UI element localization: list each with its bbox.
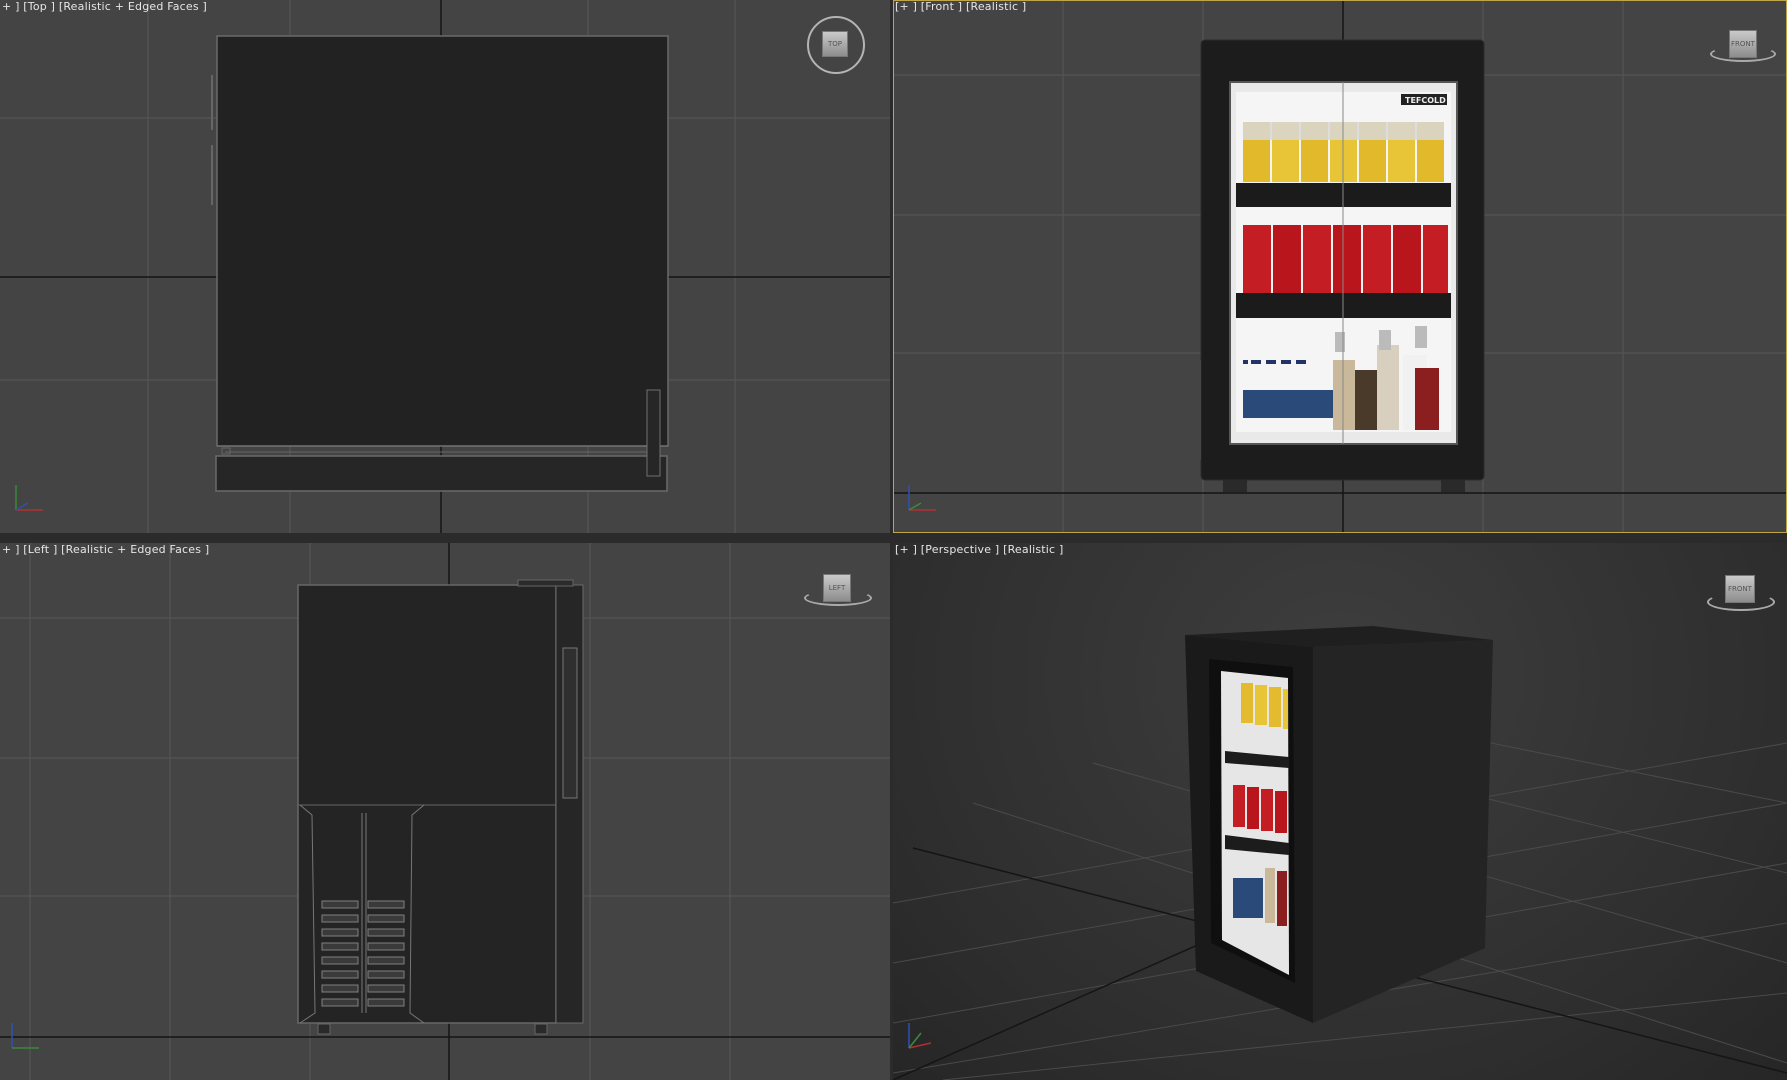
front-viewcube[interactable]: FRONT [1708, 28, 1778, 68]
perspective-fridge-model [1185, 626, 1493, 1023]
top-fridge-model [211, 35, 669, 492]
perspective-viewcube[interactable]: FRONT [1703, 573, 1779, 617]
viewport-label-perspective[interactable]: [+ ] [Perspective ] [Realistic ] [895, 543, 1063, 556]
top-viewcube[interactable]: TOP [807, 16, 867, 76]
viewport-label-top[interactable]: + ] [Top ] [Realistic + Edged Faces ] [2, 0, 207, 13]
axis-tripod-icon [15, 485, 43, 511]
perspective-schweppes-cans [1241, 683, 1288, 729]
viewport-top[interactable]: + ] [Top ] [Realistic + Edged Faces ] TO… [0, 0, 890, 533]
coca-cola-cans [1243, 225, 1448, 293]
axis-tripod-icon [908, 485, 936, 511]
left-fridge-model [297, 579, 584, 1035]
viewcube-face[interactable]: FRONT [1729, 30, 1757, 58]
viewport-perspective[interactable]: [+ ] [Perspective ] [Realistic ] FRONT [893, 543, 1787, 1080]
front-fridge-model: TEFCOLD [1199, 39, 1485, 492]
axis-tripod-icon [11, 1023, 39, 1049]
viewport-label-front[interactable]: [+ ] [Front ] [Realistic ] [895, 0, 1026, 13]
viewport-label-left[interactable]: + ] [Left ] [Realistic + Edged Faces ] [2, 543, 209, 556]
left-viewcube[interactable]: LEFT [800, 572, 875, 612]
viewcube-face[interactable]: TOP [822, 31, 848, 57]
brand-logo: TEFCOLD [1405, 96, 1446, 105]
viewport-left[interactable]: + ] [Left ] [Realistic + Edged Faces ] L… [0, 543, 890, 1080]
axis-tripod-icon [908, 1023, 932, 1049]
viewport-front[interactable]: TEFCOLD [+] [Front] [Realistic] FRONT [893, 0, 1787, 533]
viewcube-face[interactable]: LEFT [823, 574, 851, 602]
viewcube-face[interactable]: FRONT [1725, 575, 1755, 603]
